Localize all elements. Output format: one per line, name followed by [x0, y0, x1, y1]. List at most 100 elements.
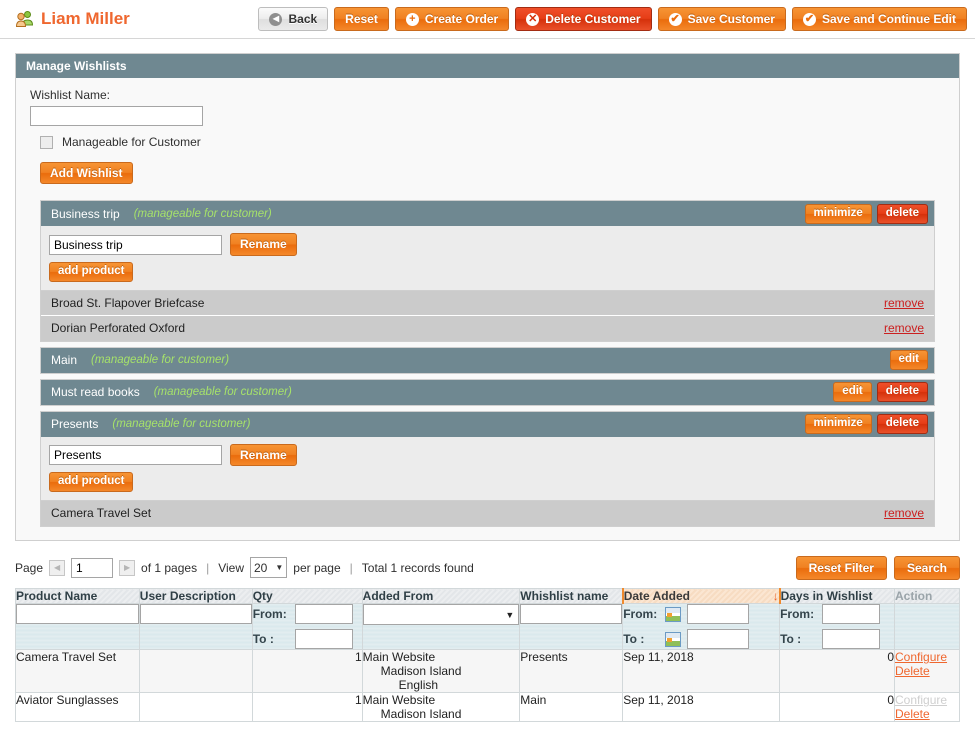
wishlist-item-remove-link[interactable]: remove: [884, 506, 924, 520]
filter-user-description-input[interactable]: [139, 604, 252, 625]
back-button[interactable]: ◀ Back: [258, 7, 329, 31]
search-button[interactable]: Search: [893, 555, 960, 581]
filter-days-to-label: To :: [780, 632, 802, 647]
reset-filter-button[interactable]: Reset Filter: [795, 555, 887, 581]
wishlist-add-product-button[interactable]: add product: [49, 261, 134, 282]
wishlist-edit-button[interactable]: edit: [833, 382, 872, 402]
filter-whishlist-name-input[interactable]: [520, 604, 623, 625]
next-page-button[interactable]: ▶: [119, 559, 136, 576]
wishlist-edit-button[interactable]: edit: [889, 350, 928, 370]
per-page-value: 20: [254, 560, 268, 575]
wishlist-delete-button[interactable]: delete: [876, 382, 928, 402]
reset-button[interactable]: Reset: [334, 7, 389, 31]
view-label: View: [218, 560, 244, 575]
wishlist-header: Must read books (manageable for customer…: [41, 379, 934, 405]
save-and-continue-edit-button[interactable]: ✔ Save and Continue Edit: [791, 7, 967, 31]
wishlist-name-input[interactable]: [30, 106, 203, 126]
filter-qty-from-input[interactable]: [294, 604, 353, 625]
per-page-select[interactable]: 20 ▼: [250, 557, 288, 579]
wishlist-rename-button[interactable]: Rename: [230, 443, 297, 466]
column-header-added-from[interactable]: Added From: [361, 588, 521, 605]
cell-date-added: Sep 11, 2018: [622, 692, 781, 723]
wishlist-header: Business trip (manageable for customer) …: [41, 201, 934, 227]
filter-date-from-input[interactable]: [687, 604, 750, 625]
cell-added-from: Main Website Madison Island English: [361, 649, 521, 694]
wishlist-items-grid: Page ◀ ▶ of 1 pages | View 20 ▼ per page…: [15, 555, 960, 723]
wishlist-manageable-note: (manageable for customer): [112, 418, 251, 431]
cell-qty: 1: [251, 649, 363, 694]
x-circle-icon: ✕: [526, 12, 540, 26]
table-row[interactable]: Camera Travel Set 1 Main Website Madison…: [15, 649, 960, 694]
configure-link[interactable]: Configure: [895, 650, 959, 664]
calendar-icon[interactable]: [665, 631, 682, 647]
manageable-for-customer-label: Manageable for Customer: [62, 135, 201, 149]
per-page-label: per page: [293, 560, 341, 575]
grid-header-row: Product Name User Description Qty Added …: [15, 588, 960, 605]
wishlist-rename-input[interactable]: [49, 234, 222, 255]
manageable-for-customer-checkbox[interactable]: [40, 135, 53, 149]
wishlist-minimize-button[interactable]: minimize: [804, 203, 872, 224]
wishlist-item-name: Dorian Perforated Oxford: [51, 321, 186, 336]
wishlist-delete-button[interactable]: delete: [876, 414, 928, 434]
filter-cell-product-name: [15, 603, 140, 651]
column-header-qty[interactable]: Qty: [251, 588, 363, 605]
check-circle-icon: ✔: [802, 12, 816, 26]
toolbar-separator: |: [206, 560, 210, 575]
column-header-date-added[interactable]: ↓ Date Added: [621, 588, 781, 605]
manage-wishlists-panel: Manage Wishlists Wishlist Name: Manageab…: [15, 53, 960, 541]
page-label: Page: [15, 560, 44, 575]
cell-product-name: Camera Travel Set: [15, 649, 140, 694]
wishlist-item-remove-link[interactable]: remove: [884, 296, 924, 310]
filter-qty-to-input[interactable]: [294, 629, 353, 650]
filter-days-from-label: From:: [780, 607, 815, 622]
column-header-whishlist-name[interactable]: Whishlist name: [519, 588, 624, 605]
page-header: Liam Miller ◀ Back Reset + Create Order …: [0, 0, 975, 39]
manageable-checkbox-row[interactable]: Manageable for Customer: [40, 135, 945, 149]
wishlist-manageable-note: (manageable for customer): [133, 207, 272, 220]
page-number-input[interactable]: [71, 557, 114, 578]
wishlist-block-business-trip: Business trip (manageable for customer) …: [40, 200, 935, 342]
delete-link[interactable]: Delete: [895, 707, 959, 721]
page-title-text: Liam Miller: [41, 9, 130, 28]
column-header-user-description[interactable]: User Description: [138, 588, 253, 605]
save-and-continue-edit-button-label: Save and Continue Edit: [821, 12, 956, 26]
chevron-down-icon: ▼: [275, 563, 284, 573]
filter-date-to-input[interactable]: [687, 629, 750, 650]
filter-days-to-input[interactable]: [822, 629, 881, 650]
wishlist-item-name: Broad St. Flapover Briefcase: [51, 295, 205, 310]
save-customer-button[interactable]: ✔ Save Customer: [657, 7, 786, 31]
filter-added-from-select[interactable]: ▼: [362, 604, 520, 626]
wishlist-block-main: Main (manageable for customer) edit: [40, 346, 935, 374]
sort-descending-icon: ↓: [772, 589, 779, 604]
cell-product-name: Aviator Sunglasses: [15, 692, 140, 723]
table-row[interactable]: Aviator Sunglasses 1 Main Website Madiso…: [15, 692, 960, 723]
wishlist-item: Broad St. Flapover Briefcase remove: [41, 290, 934, 316]
wishlist-rename-input[interactable]: [49, 444, 222, 465]
wishlist-delete-button[interactable]: delete: [876, 203, 928, 224]
wishlist-rename-button[interactable]: Rename: [230, 233, 297, 256]
wishlist-minimize-button[interactable]: minimize: [804, 414, 872, 434]
wishlist-manageable-note: (manageable for customer): [91, 354, 230, 367]
filter-days-from-input[interactable]: [822, 604, 881, 625]
filter-cell-action: [894, 603, 960, 651]
delete-link[interactable]: Delete: [895, 664, 959, 678]
wishlist-name-label: Wishlist Name:: [30, 88, 111, 102]
calendar-icon[interactable]: [665, 606, 682, 622]
previous-page-button[interactable]: ◀: [49, 559, 66, 576]
wishlist-item-remove-link[interactable]: remove: [884, 321, 924, 335]
column-header-days-in-wishlist[interactable]: Days in Wishlist: [779, 588, 895, 605]
add-wishlist-button[interactable]: Add Wishlist: [40, 162, 133, 185]
create-order-button[interactable]: + Create Order: [394, 7, 510, 31]
filter-product-name-input[interactable]: [16, 604, 139, 625]
delete-customer-button[interactable]: ✕ Delete Customer: [515, 7, 652, 31]
filter-qty-to-label: To :: [252, 632, 274, 647]
wishlist-add-product-button[interactable]: add product: [49, 471, 134, 492]
back-button-label: Back: [288, 12, 318, 26]
wishlist-edit-area: Rename add product: [41, 226, 934, 291]
column-header-product-name[interactable]: Product Name: [15, 588, 140, 605]
grid-toolbar: Page ◀ ▶ of 1 pages | View 20 ▼ per page…: [15, 555, 960, 588]
filter-cell-whishlist-name: [519, 603, 624, 651]
cell-days-in-wishlist: 0: [779, 692, 895, 723]
added-from-store: Madison Island: [380, 664, 462, 679]
filter-cell-days-in-wishlist: From: To :: [779, 603, 895, 651]
